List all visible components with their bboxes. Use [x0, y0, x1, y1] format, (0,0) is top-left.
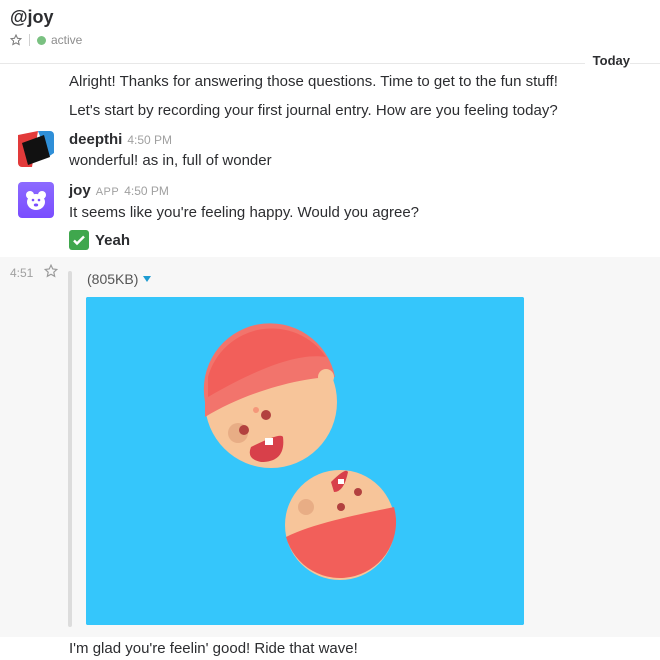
smiling-face-image	[203, 323, 337, 468]
yeah-button[interactable]: Yeah	[69, 230, 130, 250]
message-text: I'm glad you're feelin' good! Ride that …	[69, 640, 358, 657]
star-icon[interactable]	[44, 264, 58, 278]
message-timestamp[interactable]: 4:51	[10, 266, 33, 280]
check-icon	[69, 230, 89, 250]
presence-status: active	[51, 33, 83, 47]
divider	[29, 34, 30, 46]
user-avatar[interactable]	[18, 131, 54, 167]
sender-name[interactable]: deepthi	[69, 131, 122, 148]
message-text: Let's start by recording your first jour…	[69, 102, 558, 119]
attachment-image[interactable]	[86, 297, 524, 625]
channel-title[interactable]: @joy	[10, 7, 54, 28]
header-meta: active	[10, 33, 82, 47]
message-timestamp[interactable]: 4:50 PM	[127, 133, 172, 147]
attachment-message: 4:51 (805KB)	[0, 257, 660, 637]
file-size: (805KB)	[87, 271, 139, 287]
file-size-toggle[interactable]: (805KB)	[87, 271, 152, 287]
message-text: Alright! Thanks for answering those ques…	[69, 73, 558, 90]
app-badge: APP	[95, 186, 120, 198]
star-icon[interactable]	[10, 34, 22, 46]
attachment-bar	[68, 271, 72, 627]
message-header: joy APP 4:50 PM	[69, 182, 169, 199]
bot-avatar[interactable]	[18, 182, 54, 218]
message-header: deepthi 4:50 PM	[69, 131, 172, 148]
presence-dot-icon	[37, 35, 46, 45]
sender-name[interactable]: joy	[69, 182, 91, 199]
day-divider: Today	[0, 48, 660, 72]
yeah-button-label: Yeah	[95, 231, 131, 249]
caret-down-icon	[143, 276, 152, 282]
day-divider-label: Today	[584, 53, 630, 68]
message-timestamp[interactable]: 4:50 PM	[124, 184, 169, 198]
message-text: wonderful! as in, full of wonder	[69, 152, 272, 169]
message-text: It seems like you're feeling happy. Woul…	[69, 204, 420, 221]
